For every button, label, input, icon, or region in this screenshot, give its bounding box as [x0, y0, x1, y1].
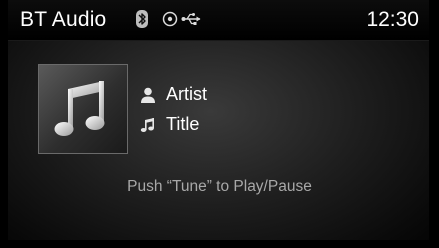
artist-name: Artist	[166, 84, 208, 104]
track-title: Title	[166, 114, 200, 134]
screen-title: BT Audio	[20, 8, 107, 31]
bluetooth-icon	[136, 10, 148, 28]
play-pause-hint: Push “Tune” to Play/Pause	[127, 178, 312, 195]
bt-audio-screen: BT Audio 12:30 Artist Title Push “Tune” …	[0, 0, 439, 248]
music-note-icon	[54, 81, 105, 136]
media-disc-icon	[162, 11, 178, 27]
bezel-bottom	[0, 240, 439, 248]
person-icon	[141, 87, 155, 103]
album-art	[38, 64, 128, 154]
bezel-right	[429, 0, 439, 248]
status-bar: BT Audio 12:30	[8, 0, 429, 41]
music-note-small-icon	[140, 118, 154, 132]
clock: 12:30	[366, 8, 419, 31]
bezel-left	[0, 0, 8, 248]
usb-icon	[181, 13, 201, 25]
